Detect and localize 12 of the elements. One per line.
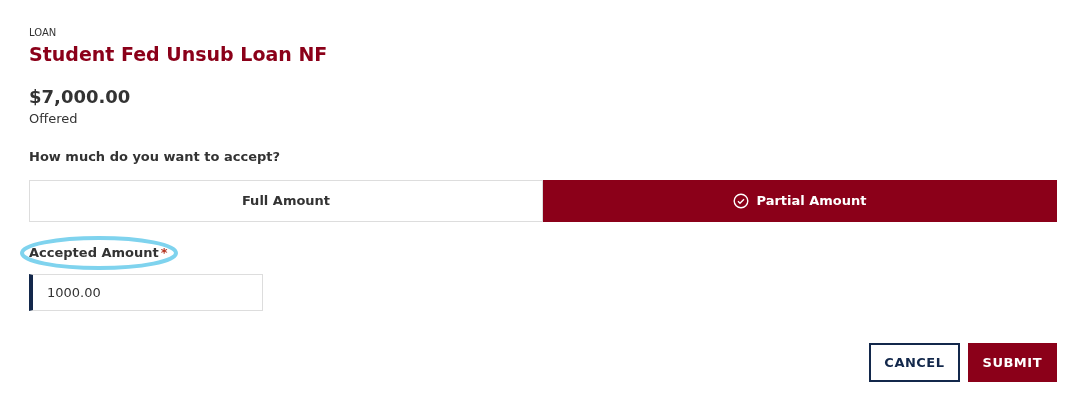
amount-option[interactable]: Full Amount: [29, 180, 543, 222]
submit-button[interactable]: SUBMIT: [967, 343, 1057, 382]
amount-input[interactable]: 1000.00: [29, 274, 263, 311]
question-label: How much do you want to accept?: [29, 148, 282, 166]
cancel-button[interactable]: CANCEL: [869, 343, 960, 382]
amount-caption: Offered: [29, 110, 79, 128]
amount-option[interactable]: Partial Amount: [543, 180, 1057, 222]
loan-title: Student Fed Unsub Loan NF: [29, 42, 329, 67]
check-circle-icon: [733, 193, 750, 209]
field-label: Accepted Amount*: [29, 244, 168, 262]
section-eyebrow: LOAN: [29, 26, 58, 40]
offered-amount: $7,000.00: [29, 85, 132, 109]
